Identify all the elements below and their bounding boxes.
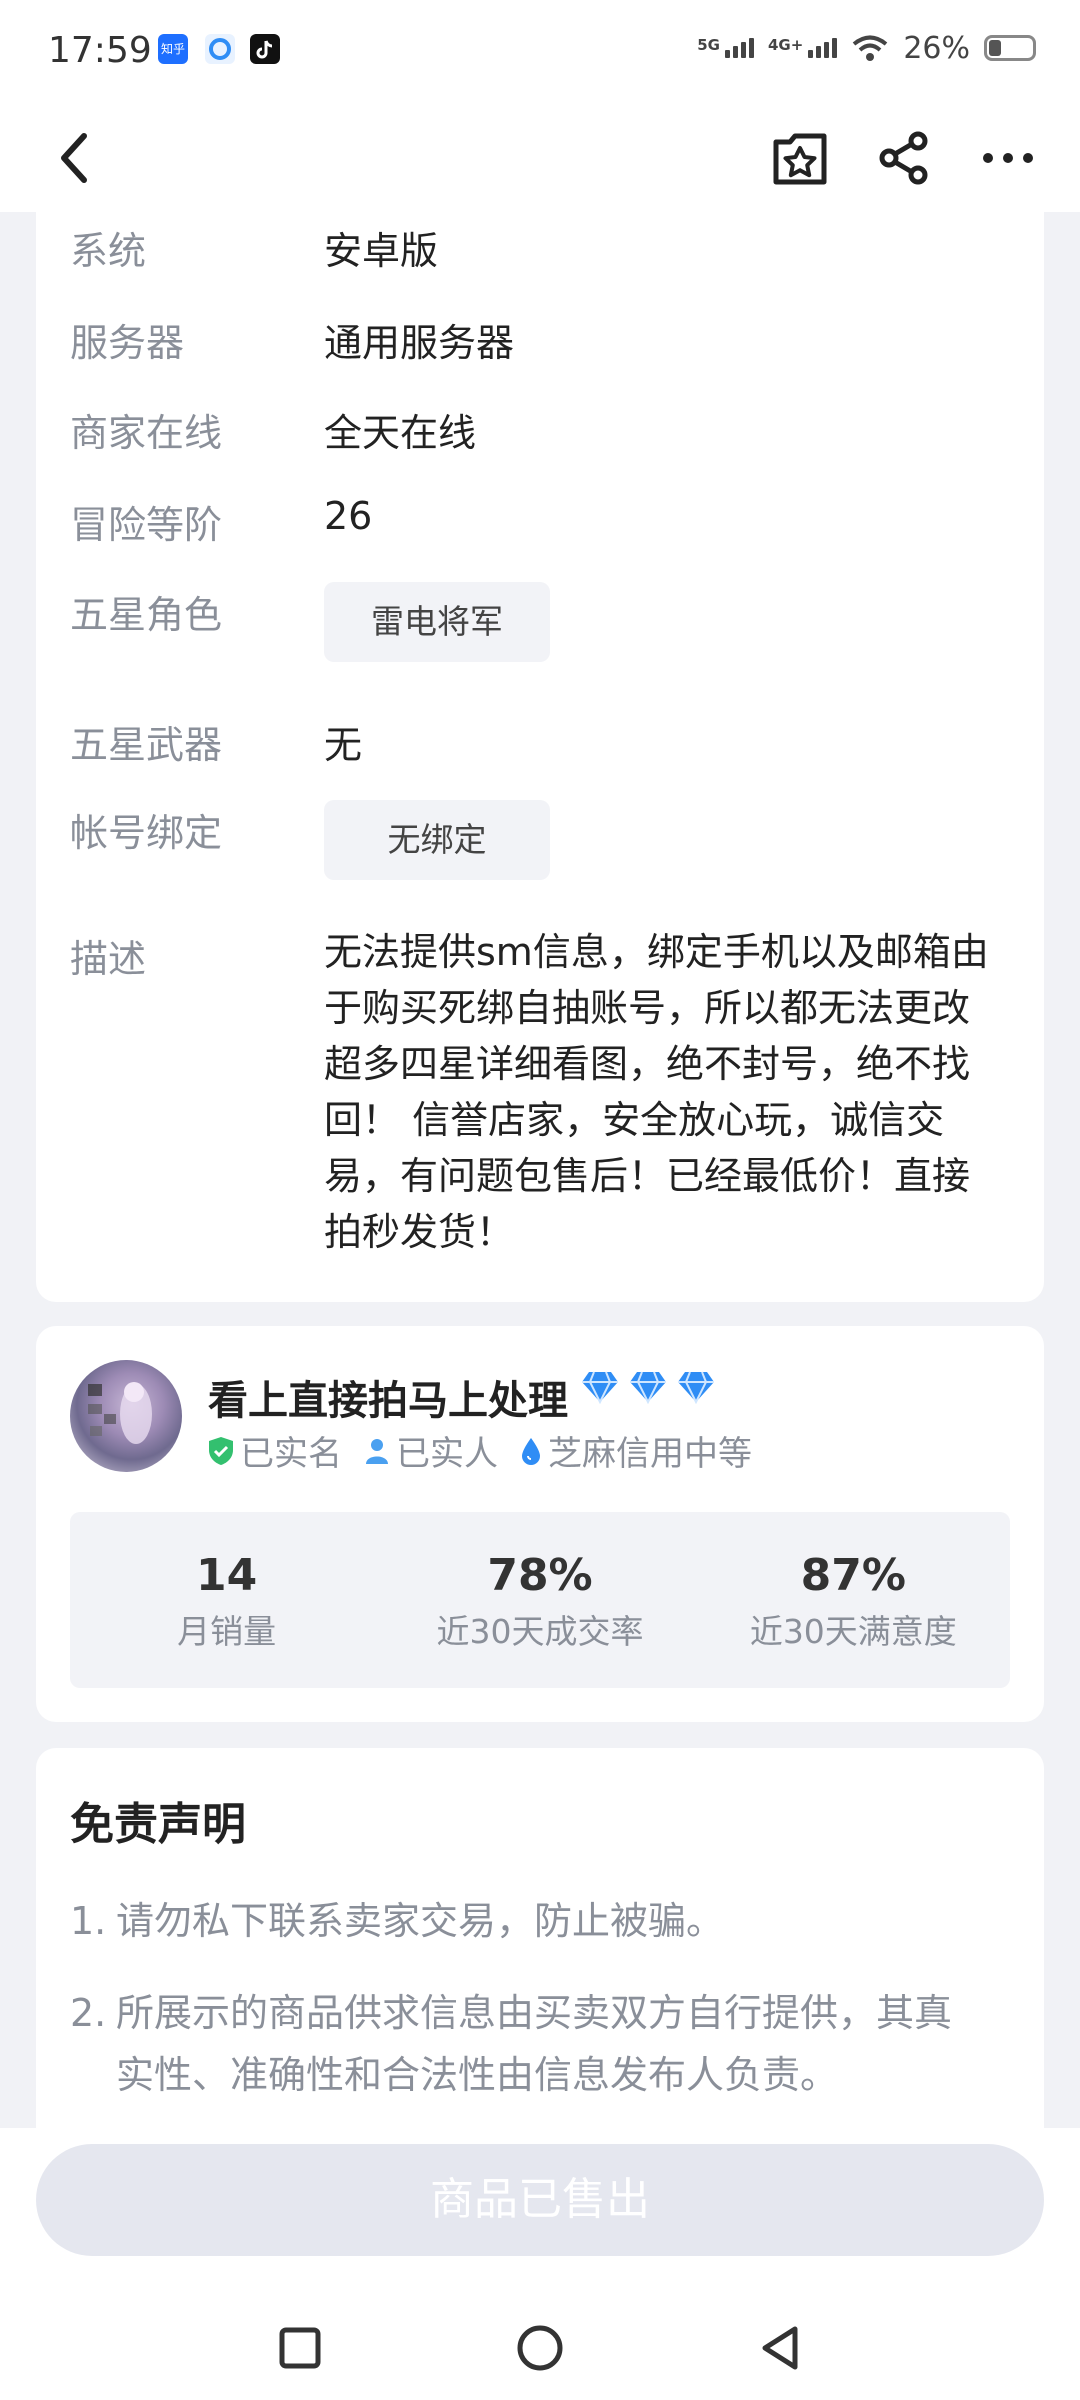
more-dots-icon	[983, 153, 1033, 163]
credit-badge: 芝麻信用中等	[520, 1426, 752, 1475]
description-line: 回！ 信誉店家，安全放心玩，诚信交	[324, 1098, 945, 1142]
detail-label: 服务器	[70, 321, 185, 365]
favorite-button[interactable]	[764, 122, 836, 194]
stat-deal-rate: 78% 近30天成交率	[383, 1512, 696, 1688]
diamond-icon	[582, 1371, 618, 1404]
disclaimer-number: 2.	[70, 1991, 107, 2035]
status-time: 17:59	[48, 30, 152, 71]
description-line: 无法提供sm信息，绑定手机以及邮箱由	[324, 930, 989, 974]
status-bar: 17:59 知乎 5G 4G+ 26%	[0, 0, 1080, 104]
detail-label: 五星角色	[70, 593, 223, 637]
description-line: 拍秒发货！	[324, 1210, 515, 1254]
signal-4g-icon: 4G+	[767, 36, 838, 58]
seller-level-diamonds	[581, 1370, 715, 1404]
square-icon	[279, 2327, 321, 2369]
detail-label: 冒险等阶	[70, 503, 223, 547]
seller-avatar[interactable]	[70, 1360, 182, 1472]
battery-icon	[984, 35, 1036, 61]
system-navigation-bar	[0, 2300, 1080, 2400]
recent-apps-button[interactable]	[270, 2318, 330, 2378]
disclaimer-item: 1. 请勿私下联系卖家交易，防止被骗。	[70, 1890, 1010, 1952]
detail-label: 商家在线	[70, 411, 223, 455]
disclaimer-number: 1.	[70, 1899, 107, 1943]
stat-label: 月销量	[177, 1612, 277, 1651]
home-button[interactable]	[510, 2318, 570, 2378]
stat-satisfaction: 87% 近30天满意度	[697, 1512, 1010, 1688]
disclaimer-card: 免责声明 1. 请勿私下联系卖家交易，防止被骗。 2. 所展示的商品供求信息由买…	[36, 1748, 1044, 2128]
detail-value: 通用服务器	[324, 321, 515, 365]
disclaimer-title: 免责声明	[70, 1799, 246, 1850]
seller-badges: 已实名 已实人 芝麻信用中等	[208, 1426, 752, 1475]
detail-label: 描述	[70, 937, 147, 981]
bottom-bar: 商品已售出	[0, 2128, 1080, 2400]
seller-stats: 14 月销量 78% 近30天成交率 87% 近30天满意度	[70, 1512, 1010, 1688]
signal-5g-icon: 5G	[697, 38, 754, 58]
detail-value: 26	[324, 494, 373, 538]
seller-name[interactable]: 看上直接拍马上处理	[208, 1368, 568, 1426]
stat-value: 87%	[800, 1550, 906, 1601]
shield-check-icon	[209, 1436, 233, 1465]
verified-label: 已实名	[240, 1434, 342, 1474]
battery-percent: 26%	[903, 30, 970, 66]
stat-value: 14	[196, 1550, 258, 1601]
description-line: 于购买死绑自抽账号，所以都无法更改	[324, 986, 971, 1030]
detail-value: 全天在线	[324, 411, 477, 455]
character-chip: 雷电将军	[324, 582, 550, 662]
binding-chip: 无绑定	[324, 800, 550, 880]
real-person-badge: 已实人	[364, 1426, 498, 1475]
wifi-icon	[853, 35, 888, 61]
detail-value: 安卓版	[324, 229, 439, 273]
zhihu-icon: 知乎	[158, 34, 188, 64]
back-nav-button[interactable]	[750, 2318, 810, 2378]
description-line: 易，有问题包售后！已经最低价！直接	[324, 1154, 971, 1198]
more-button[interactable]	[972, 122, 1044, 194]
stat-label: 近30天成交率	[436, 1612, 644, 1651]
browser-icon	[205, 34, 235, 64]
seller-card[interactable]: 看上直接拍马上处理 已实名 已实人 芝麻信用中等 14 月销量 78% 近30天…	[36, 1326, 1044, 1722]
product-details-card: 系统 安卓版 服务器 通用服务器 商家在线 全天在线 冒险等阶 26 五星角色 …	[36, 190, 1044, 1302]
back-arrow-icon	[61, 133, 87, 183]
signal-4g-label: 4G+	[767, 36, 804, 54]
stat-monthly-sales: 14 月销量	[70, 1512, 383, 1688]
sold-out-button[interactable]: 商品已售出	[36, 2144, 1044, 2256]
status-indicators: 5G 4G+ 26%	[697, 28, 1036, 68]
disclaimer-line: 实性、准确性和合法性由信息发布人负责。	[116, 2053, 839, 2097]
detail-label: 五星武器	[70, 723, 223, 767]
detail-label: 系统	[70, 229, 147, 273]
detail-value: 无	[324, 723, 363, 767]
diamond-icon	[630, 1371, 666, 1404]
credit-label: 芝麻信用中等	[548, 1434, 752, 1474]
disclaimer-line: 所展示的商品供求信息由买卖双方自行提供，其真	[116, 1991, 953, 2035]
drop-icon	[522, 1437, 540, 1465]
description-line: 超多四星详细看图，绝不封号，绝不找	[324, 1042, 971, 1086]
share-icon	[879, 131, 928, 185]
real-person-label: 已实人	[396, 1434, 498, 1474]
circle-icon	[517, 2325, 563, 2371]
triangle-back-icon	[762, 2326, 798, 2370]
signal-5g-label: 5G	[697, 36, 720, 54]
disclaimer-line: 请勿私下联系卖家交易，防止被骗。	[116, 1899, 725, 1943]
back-button[interactable]	[38, 122, 110, 194]
stat-value: 78%	[487, 1550, 593, 1601]
share-button[interactable]	[868, 122, 940, 194]
star-bookmark-icon	[773, 133, 827, 185]
stat-label: 近30天满意度	[749, 1612, 957, 1651]
verified-badge: 已实名	[208, 1426, 342, 1475]
person-icon	[366, 1438, 388, 1464]
diamond-icon	[678, 1371, 714, 1404]
detail-label: 帐号绑定	[70, 811, 223, 855]
description-text: 无法提供sm信息，绑定手机以及邮箱由 于购买死绑自抽账号，所以都无法更改 超多四…	[324, 924, 1010, 1260]
tiktok-icon	[250, 34, 280, 64]
disclaimer-item: 2. 所展示的商品供求信息由买卖双方自行提供，其真 实性、准确性和合法性由信息发…	[70, 1982, 1010, 2106]
